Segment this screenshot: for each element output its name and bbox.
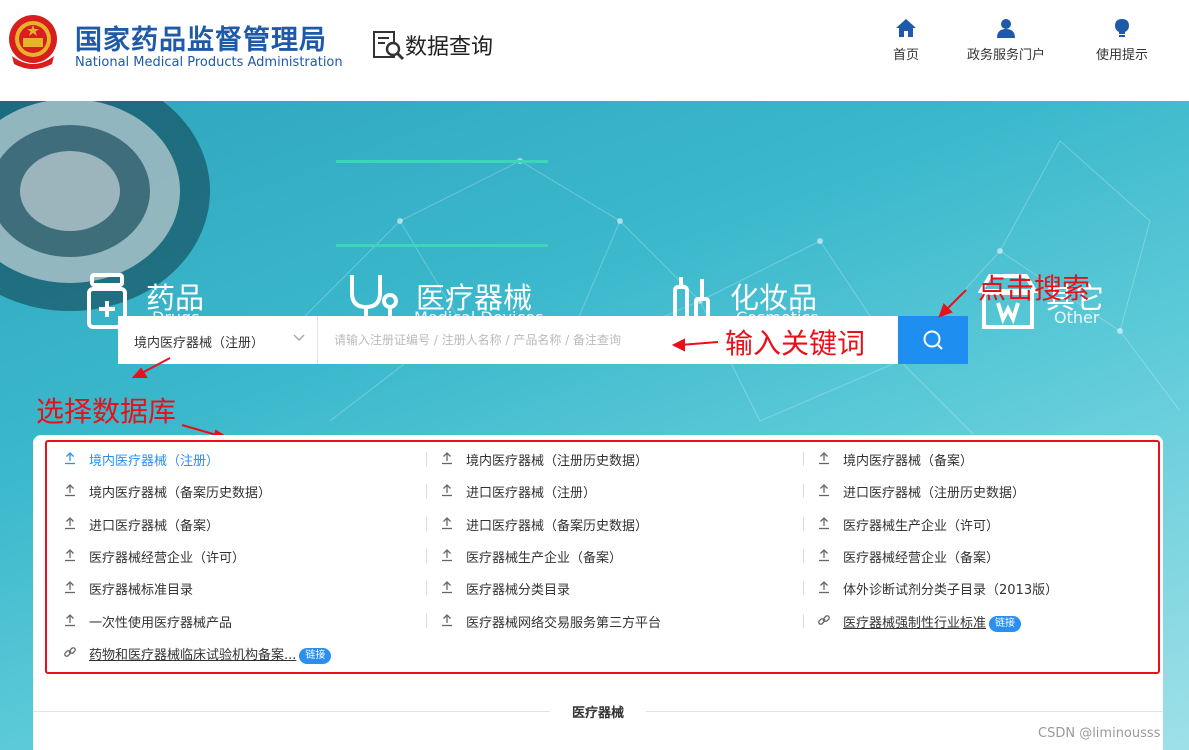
database-item-label: 进口医疗器械（备案历史数据） <box>466 519 649 534</box>
upload-icon <box>819 581 829 594</box>
column-separator <box>803 452 804 466</box>
upload-icon <box>65 549 75 562</box>
column-separator <box>803 581 804 595</box>
active-tab-line-top <box>336 160 548 163</box>
data-query-title: 数据查询 <box>405 35 494 60</box>
brand-subtitle: National Medical Products Administration <box>75 55 343 70</box>
column-separator <box>803 614 804 628</box>
column-separator <box>426 452 427 466</box>
brand-title: 国家药品监督管理局 <box>75 25 327 56</box>
watermark: CSDN @liminousss <box>1038 726 1161 741</box>
link-icon <box>818 615 830 625</box>
upload-icon <box>819 549 829 562</box>
user-icon <box>997 19 1015 38</box>
nav-usage-tips[interactable]: 使用提示 <box>1096 18 1148 63</box>
footer-divider-right <box>646 711 1163 712</box>
link-icon <box>64 647 76 657</box>
home-icon <box>896 19 916 37</box>
database-select-value: 境内医疗器械（注册） <box>134 336 265 351</box>
nav-home[interactable]: 首页 <box>893 18 919 63</box>
data-query-icon <box>373 31 405 61</box>
upload-icon <box>65 517 75 530</box>
upload-icon <box>65 452 75 465</box>
upload-icon <box>442 484 452 497</box>
upload-icon <box>442 581 452 594</box>
annotation-choose-db: 选择数据库 <box>36 395 177 428</box>
search-button[interactable] <box>898 316 968 364</box>
database-item-label: 医疗器械网络交易服务第三方平台 <box>466 616 662 631</box>
database-item-label: 医疗器械强制性行业标准 链接 <box>843 612 1022 632</box>
database-item-label: 境内医疗器械（注册） <box>89 454 220 469</box>
database-item-label: 进口医疗器械（备案） <box>89 519 220 534</box>
database-item-label: 境内医疗器械（注册历史数据） <box>466 454 649 469</box>
section-title: 医疗器械 <box>550 702 646 721</box>
column-separator <box>426 581 427 595</box>
chevron-down-icon <box>293 334 305 342</box>
column-separator <box>803 549 804 563</box>
footer-divider-left <box>33 711 550 712</box>
upload-icon <box>65 614 75 627</box>
upload-icon <box>65 581 75 594</box>
database-item-label: 医疗器械经营企业（备案） <box>843 551 1000 566</box>
database-item-label: 一次性使用医疗器械产品 <box>89 616 233 631</box>
annotation-enter-keyword: 输入关键词 <box>725 327 866 360</box>
upload-icon <box>442 614 452 627</box>
database-item-label: 药物和医疗器械临床试验机构备案... 链接 <box>89 644 332 664</box>
nav-service-portal-label: 政务服务门户 <box>967 48 1046 63</box>
database-item-label: 医疗器械分类目录 <box>466 583 571 598</box>
database-select[interactable]: 境内医疗器械（注册） <box>118 316 318 364</box>
database-item-label: 进口医疗器械（注册） <box>466 486 597 501</box>
upload-icon <box>819 484 829 497</box>
upload-icon <box>819 452 829 465</box>
upload-icon <box>442 517 452 530</box>
upload-icon <box>65 484 75 497</box>
active-tab-line-bottom <box>336 244 548 247</box>
national-emblem-icon <box>9 15 57 69</box>
column-separator <box>426 549 427 563</box>
nav-home-label: 首页 <box>893 48 920 63</box>
database-item-label: 医疗器械经营企业（许可） <box>89 551 246 566</box>
header: 国家药品监督管理局 National Medical Products Admi… <box>0 0 1189 101</box>
nav-service-portal[interactable]: 政务服务门户 <box>967 18 1045 63</box>
database-item-label: 医疗器械标准目录 <box>89 583 194 598</box>
nav-usage-tips-label: 使用提示 <box>1096 48 1149 63</box>
column-separator <box>803 484 804 498</box>
column-separator <box>426 484 427 498</box>
column-separator <box>803 517 804 531</box>
database-item-label: 进口医疗器械（注册历史数据） <box>843 486 1026 501</box>
category-other-en: Other <box>1054 308 1100 327</box>
column-separator <box>426 614 427 628</box>
annotation-click-search: 点击搜索 <box>978 272 1091 305</box>
database-item-label: 境内医疗器械（备案历史数据） <box>89 486 272 501</box>
search-icon <box>923 330 943 350</box>
database-item-label: 医疗器械生产企业（备案） <box>466 551 623 566</box>
bulb-icon <box>1115 19 1129 37</box>
upload-icon <box>442 452 452 465</box>
link-badge: 链接 <box>989 615 1022 632</box>
database-item-label: 境内医疗器械（备案） <box>843 454 974 469</box>
database-item-label: 体外诊断试剂分类子目录（2013版） <box>843 583 1059 598</box>
upload-icon <box>442 549 452 562</box>
column-separator <box>426 517 427 531</box>
link-badge: 链接 <box>299 647 332 664</box>
database-item-label: 医疗器械生产企业（许可） <box>843 519 1000 534</box>
upload-icon <box>819 517 829 530</box>
